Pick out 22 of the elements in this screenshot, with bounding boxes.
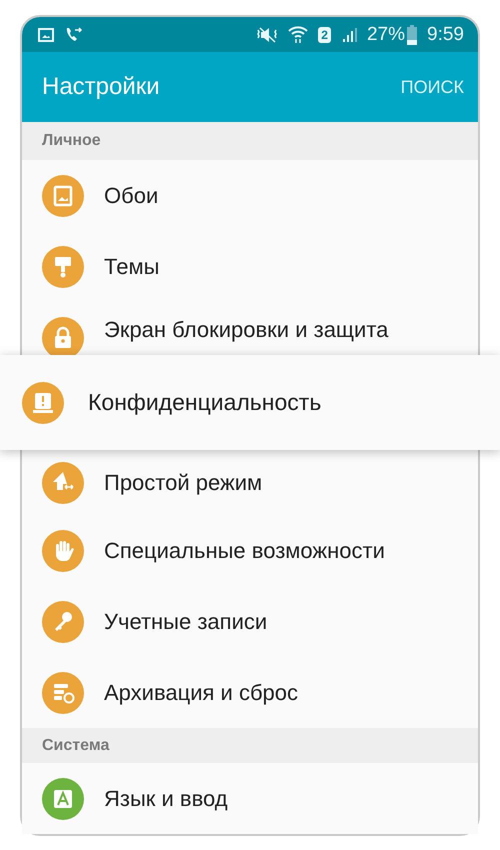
item-label: Экран блокировки и защита: [104, 317, 388, 343]
item-label: Учетные записи: [104, 608, 268, 634]
image-icon: [38, 28, 54, 42]
item-label: Язык и ввод: [104, 786, 228, 812]
section-header: Личное: [42, 132, 101, 150]
battery-percent: 27%: [366, 24, 406, 46]
signal-icon: [340, 26, 357, 42]
item-label: Обои: [104, 182, 158, 208]
screen-title: Настройки: [42, 73, 161, 101]
highlighted-settings-item[interactable]: Конфиденциальность: [0, 355, 500, 450]
item-label: Специальные возможности: [104, 538, 385, 564]
item-label: Простой режим: [104, 470, 262, 496]
vibrate-mute-icon: [256, 26, 278, 42]
section-header: Система: [42, 736, 110, 754]
item-label: Темы: [104, 254, 160, 280]
sim-badge: 2: [318, 26, 331, 42]
call-forward-icon: [64, 26, 84, 44]
wifi-icon: [288, 26, 308, 44]
item-label: Конфиденциальность: [88, 389, 322, 416]
item-label: Архивация и сброс: [104, 680, 298, 706]
clock: 9:59: [427, 24, 464, 46]
battery-icon: [407, 24, 418, 44]
